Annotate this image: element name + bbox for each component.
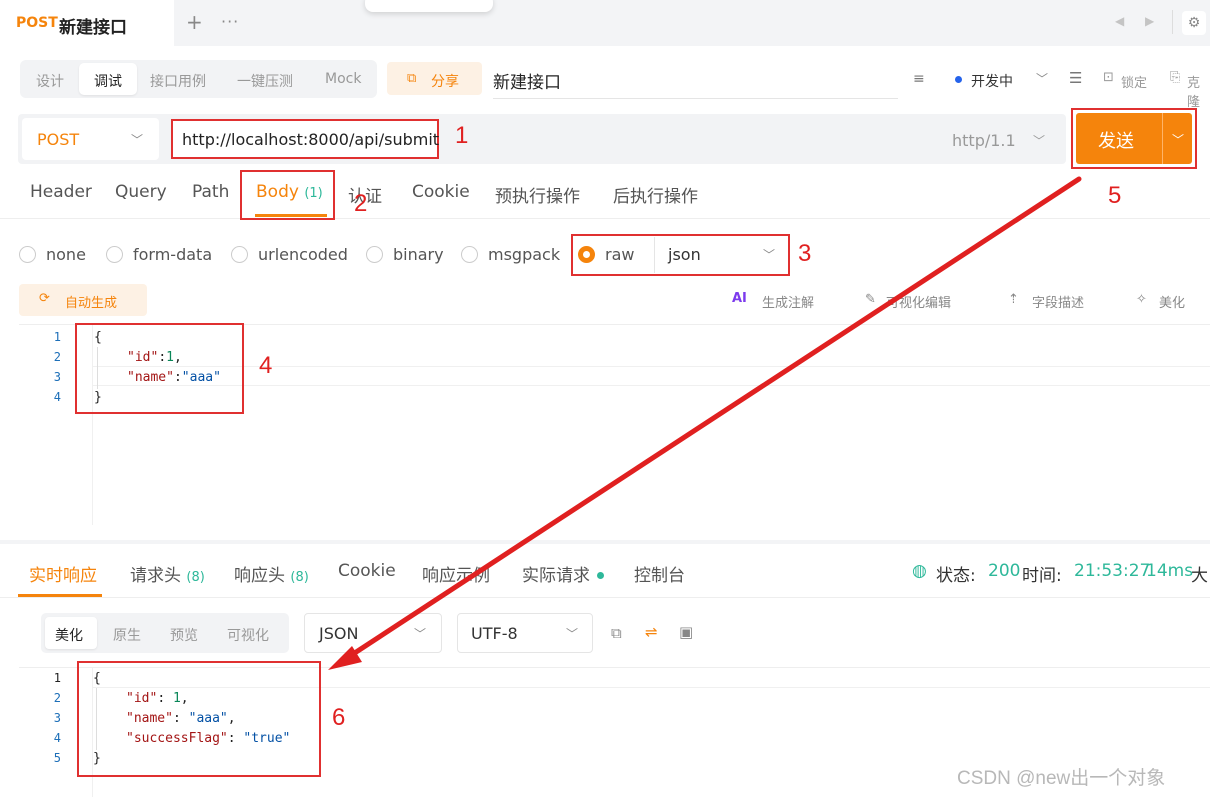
watermark: CSDN @new出一个对象: [957, 768, 1166, 789]
arrow-shaft: [344, 176, 1082, 661]
annotation-arrow: [328, 176, 1082, 670]
